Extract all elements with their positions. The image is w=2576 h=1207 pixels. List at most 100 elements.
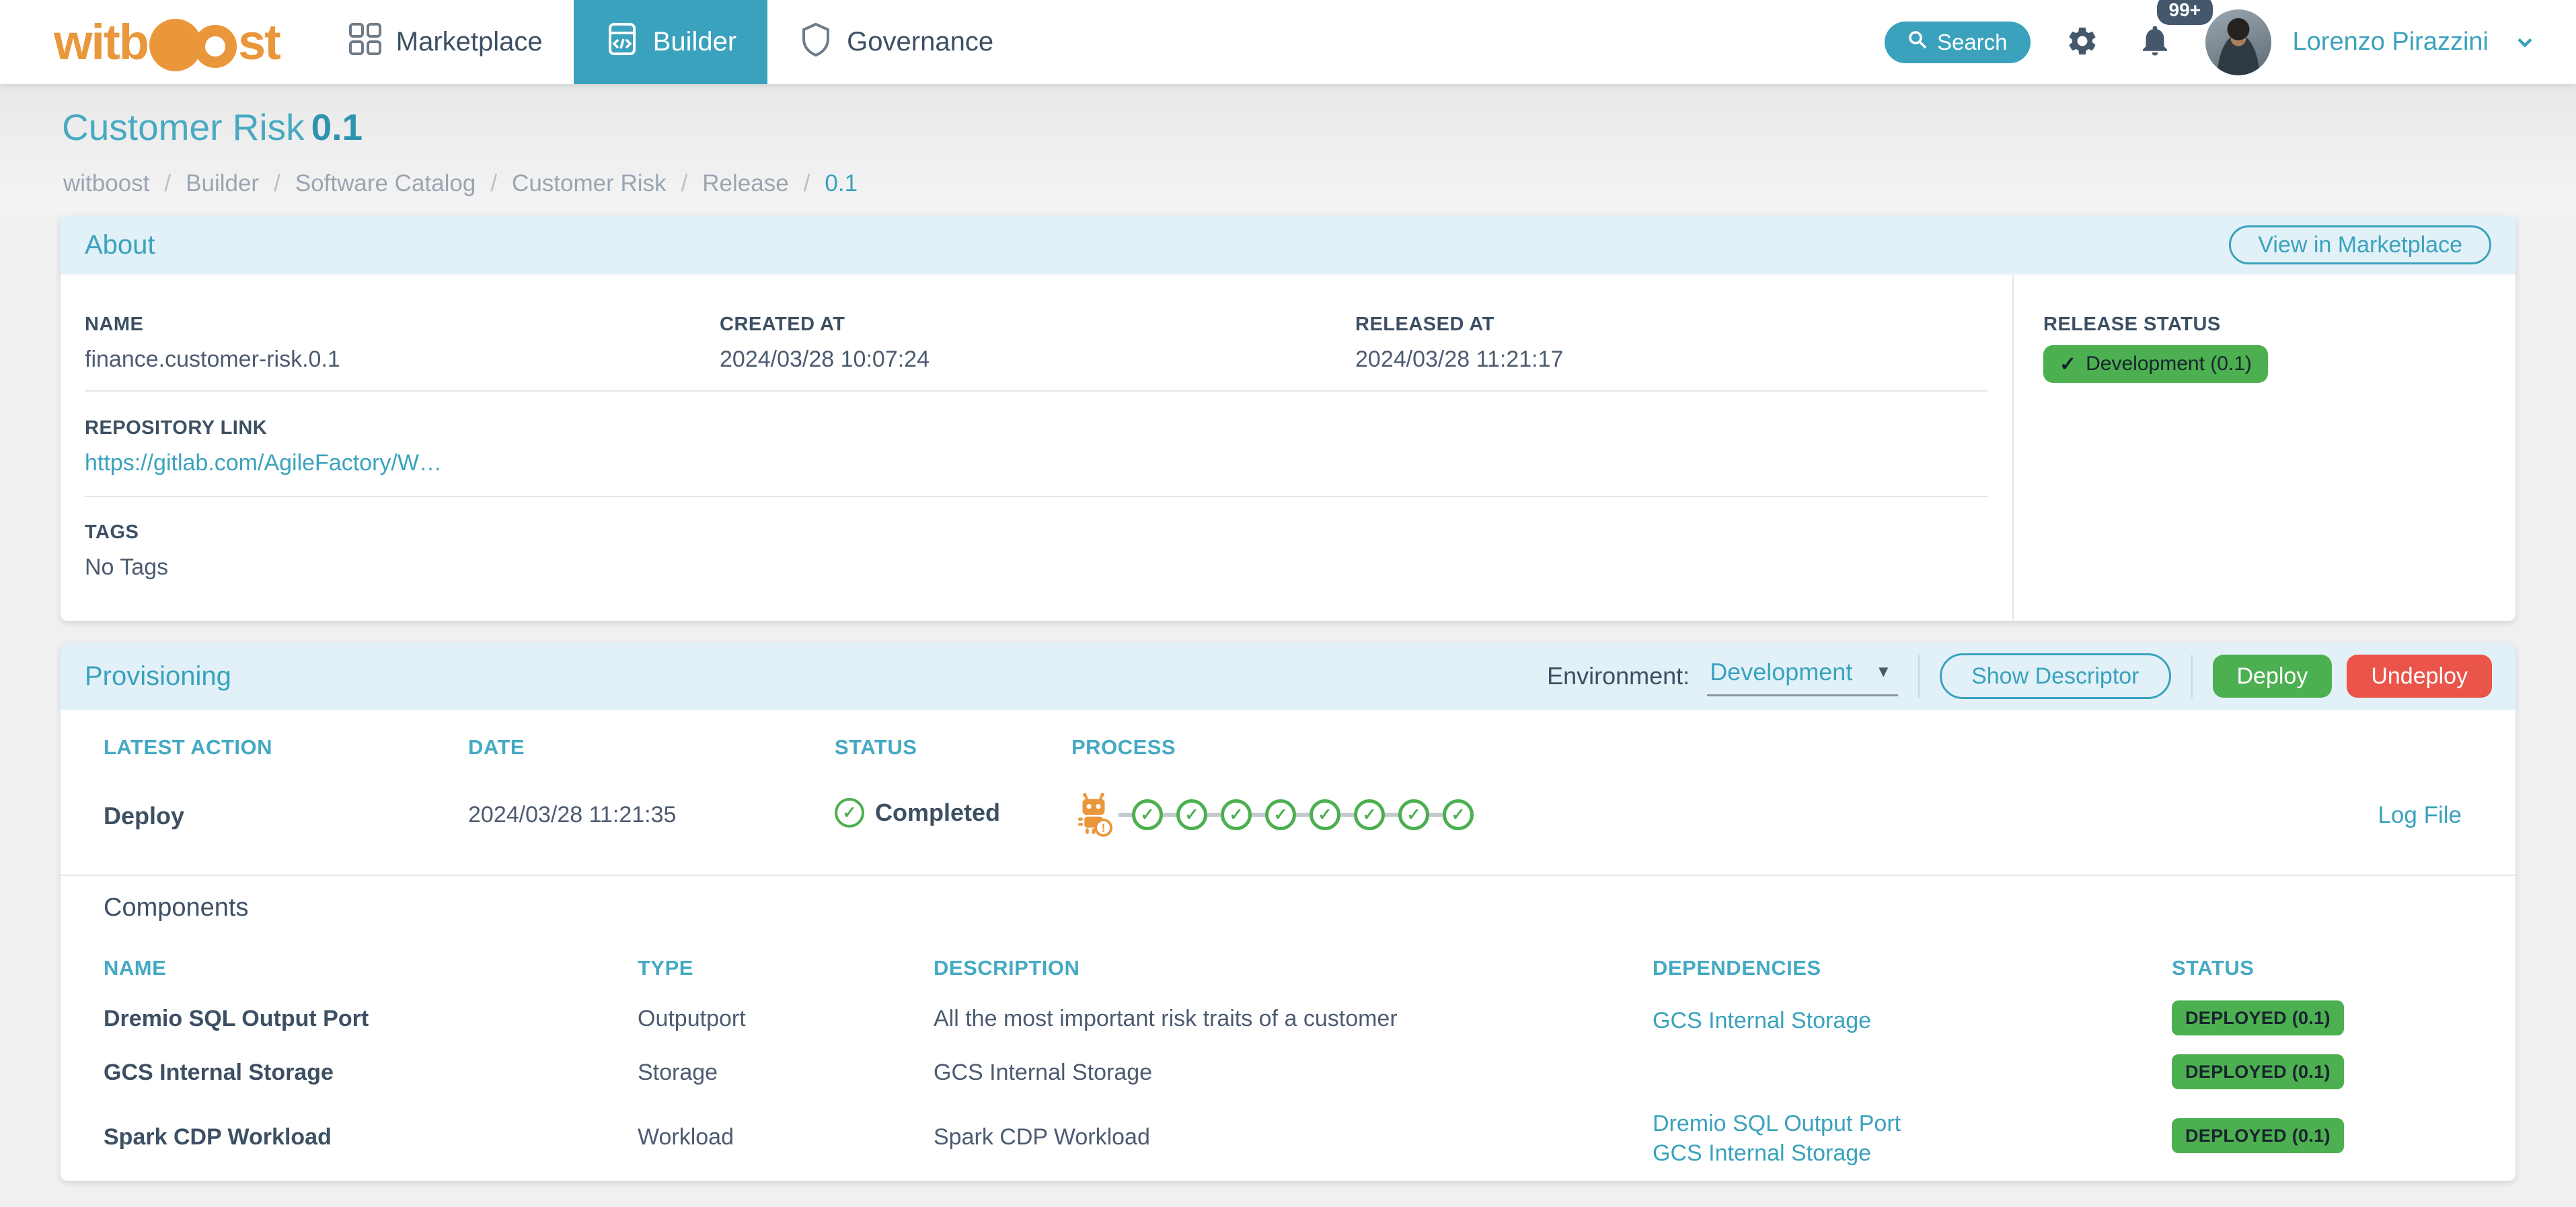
breadcrumb: witboost / Builder / Software Catalog / Cus… [63,170,858,197]
column-header-dependencies: DEPENDENCIES [1653,956,1821,980]
environment-select[interactable]: Development ▼ [1707,657,1899,696]
search-icon [1907,30,1928,55]
component-description: Spark CDP Workload [934,1124,1150,1150]
nav-item-label: Marketplace [395,27,543,57]
logo-text-left: witb [54,14,149,70]
deployed-badge: DEPLOYED (0.1) [2172,1000,2344,1035]
nav-item-builder[interactable]: Builder [573,0,768,84]
view-in-marketplace-button[interactable]: View in Marketplace [2229,225,2491,264]
nav-right-cluster: Search 99+ Lorenzo Pirazzini [1884,0,2537,75]
column-header-date: DATE [468,735,525,759]
breadcrumb-separator: / [164,170,172,196]
process-connector [1385,813,1398,817]
dependency-link[interactable]: GCS Internal Storage [1653,1006,1871,1035]
latest-action-row: Deploy 2024/03/28 11:21:35 ✓ Completed !… [61,793,2515,863]
grid-icon [348,22,383,63]
field-created-at: CREATED AT 2024/03/28 10:07:24 [720,314,930,373]
field-value: No Tags [85,554,169,580]
divider [85,390,1988,392]
process-connector [1207,813,1221,817]
field-label: RELEASE STATUS [2043,314,2221,335]
check-icon: ✓ [2059,353,2077,375]
field-tags: TAGS No Tags [85,521,168,581]
field-label: CREATED AT [720,314,845,335]
show-descriptor-button[interactable]: Show Descriptor [1940,653,2171,699]
repository-link[interactable]: https://gitlab.com/AgileFactory/W… [85,450,442,476]
user-name[interactable]: Lorenzo Pirazzini [2293,28,2489,57]
breadcrumb-item[interactable]: Builder [186,170,259,197]
notification-count-badge: 99+ [2156,0,2213,25]
deploy-button[interactable]: Deploy [2212,655,2333,698]
process-step-completed-icon: ✓ [1265,799,1296,830]
component-type: Storage [638,1060,718,1085]
search-label: Search [1936,29,2008,54]
environment-value: Development [1710,657,1853,686]
divider [2191,655,2193,698]
deployed-badge: DEPLOYED (0.1) [2172,1054,2344,1089]
process-step-completed-icon: ✓ [1132,799,1163,830]
logo-text-right: st [237,14,281,70]
column-header-latest-action: LATEST ACTION [104,735,273,759]
component-status: DEPLOYED (0.1) [2172,1054,2344,1089]
latest-action-date: 2024/03/28 11:21:35 [468,802,677,828]
provisioning-body: LATEST ACTION DATE STATUS PROCESS Deploy… [61,710,2515,1181]
component-name: Dremio SQL Output Port [104,1006,369,1031]
about-card-header: About View in Marketplace [61,215,2515,275]
nav-item-label: Governance [847,27,994,57]
breadcrumb-separator: / [274,170,280,196]
logo-o-ring [193,24,237,68]
release-status-badge: ✓ Development (0.1) [2043,345,2268,383]
process-connector [1252,813,1265,817]
check-circle-icon: ✓ [835,798,864,828]
provisioning-card: Provisioning Environment: Development ▼ … [61,643,2515,1181]
robot-start-icon: ! [1071,793,1116,837]
component-name: GCS Internal Storage [104,1060,334,1085]
component-status: DEPLOYED (0.1) [2172,1118,2344,1153]
user-menu-chevron[interactable] [2513,30,2537,54]
search-button[interactable]: Search [1884,21,2031,63]
breadcrumb-separator: / [490,170,498,196]
log-file-link[interactable]: Log File [2378,802,2462,829]
breadcrumb-item[interactable]: Software Catalog [295,170,476,197]
nav-item-governance[interactable]: Governance [767,0,1024,84]
dependency-link[interactable]: GCS Internal Storage [1653,1138,1901,1168]
page-title: Customer Risk 0.1 [62,106,363,149]
breadcrumb-item[interactable]: Customer Risk [512,170,666,197]
component-status: DEPLOYED (0.1) [2172,1000,2344,1035]
about-card: About View in Marketplace NAME finance.c… [61,215,2515,621]
deployed-badge: DEPLOYED (0.1) [2172,1118,2344,1153]
column-header-status: STATUS [835,735,917,759]
process-connector [1119,813,1132,817]
settings-button[interactable] [2066,24,2099,60]
latest-action-status: ✓ Completed [835,798,1000,828]
about-title: About [85,229,155,260]
breadcrumb-separator: / [681,170,688,196]
column-header-description: DESCRIPTION [934,956,1080,980]
field-label: RELEASED AT [1355,314,1494,335]
nav-item-marketplace[interactable]: Marketplace [317,0,574,84]
component-dependencies: Dremio SQL Output Port GCS Internal Stor… [1653,1109,1901,1168]
breadcrumb-item[interactable]: Release [702,170,788,197]
process-connector [1296,813,1310,817]
avatar[interactable] [2205,9,2271,75]
dropdown-arrow-icon: ▼ [1875,662,1892,681]
dependency-link[interactable]: Dremio SQL Output Port [1653,1109,1901,1138]
field-label: TAGS [85,521,139,543]
divider [85,496,1988,497]
status-text: Completed [875,799,1001,826]
column-header-process: PROCESS [1071,735,1176,759]
process-step-completed-icon: ✓ [1310,799,1340,830]
field-released-at: RELEASED AT 2024/03/28 11:21:17 [1355,314,1563,373]
undeploy-button[interactable]: Undeploy [2347,655,2492,698]
breadcrumb-item[interactable]: witboost [63,170,149,197]
latest-action-name: Deploy [104,802,185,830]
field-label: REPOSITORY LINK [85,417,268,439]
divider [61,875,2515,876]
component-description: GCS Internal Storage [934,1060,1153,1085]
witboost-logo[interactable]: witb st [54,13,281,71]
notifications-button[interactable]: 99+ [2137,0,2213,62]
column-header-type: TYPE [638,956,693,980]
process-connector [1163,813,1176,817]
field-name: NAME finance.customer-risk.0.1 [85,314,340,373]
divider [1918,655,1920,698]
